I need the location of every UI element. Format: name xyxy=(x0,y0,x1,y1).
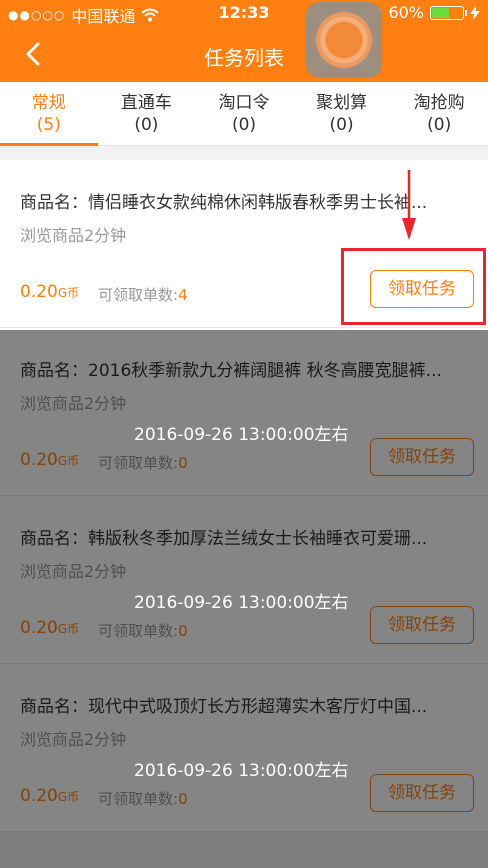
browse-requirement: 浏览商品2分钟 xyxy=(20,394,127,413)
price-value: 0.20 xyxy=(20,450,58,470)
currency-unit: G币 xyxy=(57,622,80,636)
tab-regular[interactable]: 常规 (5) xyxy=(0,82,98,146)
currency-unit: G币 xyxy=(57,286,80,300)
assistive-touch-icon[interactable] xyxy=(306,2,382,78)
tab-juhuasuan[interactable]: 聚划算 (0) xyxy=(293,82,391,145)
browse-requirement: 浏览商品2分钟 xyxy=(20,226,127,245)
task-item: 商品名：现代中式吸顶灯长方形超薄实木客厅灯中国... 浏览商品2分钟 2016-… xyxy=(0,664,488,832)
currency-unit: G币 xyxy=(57,454,80,468)
count-label: 可领取单数: xyxy=(98,454,179,472)
release-time: 2016-09-26 13:00:00左右 xyxy=(134,593,349,613)
tab-taokouling[interactable]: 淘口令 (0) xyxy=(195,82,293,145)
reward-price: 0.20G币 xyxy=(20,450,79,470)
release-time: 2016-09-26 13:00:00左右 xyxy=(134,761,349,781)
reward-price: 0.20G币 xyxy=(20,282,79,302)
bolt-icon xyxy=(470,5,480,20)
product-name: 商品名：2016秋季新款九分裤阔腿裤 秋冬高腰宽腿裤... xyxy=(20,361,442,381)
tab-count: (0) xyxy=(231,115,257,135)
count-value: 0 xyxy=(178,454,188,472)
price-value: 0.20 xyxy=(20,618,58,638)
tab-taoqianggou[interactable]: 淘抢购 (0) xyxy=(390,82,488,145)
reward-price: 0.20G币 xyxy=(20,618,79,638)
product-name: 商品名：现代中式吸顶灯长方形超薄实木客厅灯中国... xyxy=(20,697,428,717)
tab-count: (5) xyxy=(36,115,61,135)
page-title: 任务列表 xyxy=(204,46,284,70)
available-count: 可领取单数:0 xyxy=(98,452,188,473)
tab-zhitongche[interactable]: 直通车 (0) xyxy=(98,82,196,145)
count-label: 可领取单数: xyxy=(98,622,179,640)
highlight-box xyxy=(341,248,486,325)
browse-requirement: 浏览商品2分钟 xyxy=(20,730,127,749)
tab-label: 淘抢购 xyxy=(413,93,465,113)
available-count: 可领取单数:0 xyxy=(98,788,188,809)
battery-percent: 60% xyxy=(388,3,424,22)
tab-label: 聚划算 xyxy=(316,93,368,113)
count-label: 可领取单数: xyxy=(98,790,179,808)
tab-count: (0) xyxy=(329,115,354,135)
pointer-arrow-icon xyxy=(402,170,416,240)
count-label: 可领取单数: xyxy=(98,286,179,304)
currency-unit: G币 xyxy=(57,790,80,804)
price-value: 0.20 xyxy=(20,282,58,302)
nav-bar: 任务列表 xyxy=(0,26,488,82)
tab-label: 常规 xyxy=(31,93,66,113)
count-value: 0 xyxy=(178,790,188,808)
product-name: 商品名：韩版秋冬季加厚法兰绒女士长袖睡衣可爱珊... xyxy=(20,529,428,549)
release-time: 2016-09-26 13:00:00左右 xyxy=(134,425,349,445)
claim-task-button[interactable]: 领取任务 xyxy=(370,438,474,476)
task-item: 商品名：韩版秋冬季加厚法兰绒女士长袖睡衣可爱珊... 浏览商品2分钟 2016-… xyxy=(0,496,488,664)
tab-count: (0) xyxy=(134,115,159,135)
price-value: 0.20 xyxy=(20,786,58,806)
assistive-touch-ring xyxy=(316,12,372,68)
reward-price: 0.20G币 xyxy=(20,786,79,806)
status-bar: ●●○○○ 中国联通 12:33 60% xyxy=(0,0,488,26)
battery-icon xyxy=(430,5,467,20)
status-right: 60% xyxy=(366,3,480,22)
tab-label: 淘口令 xyxy=(218,93,270,113)
battery-fill xyxy=(432,7,450,18)
tab-bar: 常规 (5) 直通车 (0) 淘口令 (0) 聚划算 (0) 淘抢购 (0) xyxy=(0,82,488,146)
available-count: 可领取单数:4 xyxy=(98,284,188,305)
task-item: 商品名：2016秋季新款九分裤阔腿裤 秋冬高腰宽腿裤... 浏览商品2分钟 20… xyxy=(0,328,488,496)
claim-task-button[interactable]: 领取任务 xyxy=(370,774,474,812)
count-value: 4 xyxy=(178,286,188,304)
tab-count: (0) xyxy=(427,115,452,135)
browse-requirement: 浏览商品2分钟 xyxy=(20,562,127,581)
available-count: 可领取单数:0 xyxy=(98,620,188,641)
claim-task-button[interactable]: 领取任务 xyxy=(370,606,474,644)
tab-label: 直通车 xyxy=(120,93,172,113)
count-value: 0 xyxy=(178,622,188,640)
